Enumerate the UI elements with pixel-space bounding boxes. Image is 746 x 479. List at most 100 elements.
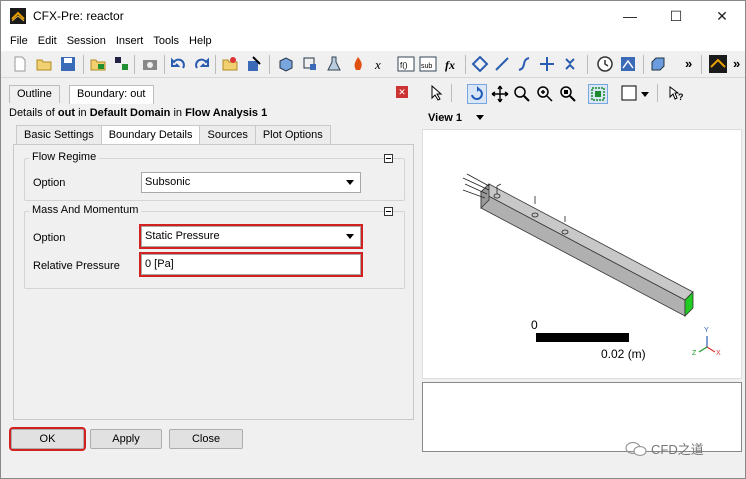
chevron-down-icon[interactable] bbox=[641, 92, 649, 97]
svg-text:?: ? bbox=[678, 92, 684, 102]
function-fx-icon[interactable]: fx bbox=[443, 55, 461, 73]
toolbar-separator bbox=[643, 55, 644, 74]
tab-sources[interactable]: Sources bbox=[199, 125, 256, 144]
window-title: CFX-Pre: reactor bbox=[33, 9, 124, 23]
menu-file[interactable]: File bbox=[5, 35, 33, 47]
close-button[interactable]: Close bbox=[169, 429, 243, 449]
details-in-2: in bbox=[170, 107, 186, 119]
select-pointer-icon[interactable] bbox=[429, 84, 447, 102]
user-function-icon[interactable]: f() bbox=[397, 55, 415, 73]
fit-view-icon[interactable] bbox=[588, 84, 608, 104]
menu-tools[interactable]: Tools bbox=[148, 35, 184, 47]
close-window-button[interactable]: ✕ bbox=[699, 5, 745, 27]
watermark-text: CFD之道 bbox=[651, 442, 704, 457]
details-panel: Outline Boundary: out ✕ Details of out i… bbox=[6, 82, 416, 456]
scale-value-label: 0.02 (m) bbox=[601, 347, 646, 361]
view-label: View 1 bbox=[428, 112, 463, 124]
box-region-icon[interactable] bbox=[649, 55, 667, 73]
mass-momentum-group: Mass And Momentum Option Static Pressure… bbox=[24, 204, 405, 289]
toolbar-separator bbox=[134, 55, 135, 74]
svg-text:x: x bbox=[374, 57, 381, 72]
expression-icon[interactable]: x bbox=[373, 55, 391, 73]
flow-regime-option-select[interactable]: Subsonic bbox=[141, 172, 361, 193]
collapse-flow-regime-icon[interactable] bbox=[384, 154, 393, 163]
zoom-icon[interactable] bbox=[513, 85, 531, 103]
collapse-mass-momentum-icon[interactable] bbox=[384, 207, 393, 216]
redo-icon[interactable] bbox=[193, 55, 211, 73]
toolbar-separator bbox=[164, 55, 165, 74]
axis-x-label: X bbox=[716, 350, 721, 357]
ansys-logo-icon bbox=[709, 55, 727, 73]
interface-icon[interactable] bbox=[561, 55, 579, 73]
details-object: out bbox=[57, 107, 76, 119]
boundary-icon[interactable] bbox=[301, 55, 319, 73]
rotate-icon[interactable] bbox=[467, 84, 487, 104]
ok-button[interactable]: OK bbox=[9, 427, 86, 451]
zoom-in-icon[interactable] bbox=[536, 85, 554, 103]
mass-momentum-option-value: Static Pressure bbox=[145, 230, 220, 242]
details-subtabs: Basic Settings Boundary Details Sources … bbox=[16, 125, 331, 144]
tab-plot-options[interactable]: Plot Options bbox=[254, 125, 331, 144]
material-flask-icon[interactable] bbox=[325, 55, 343, 73]
line-icon[interactable] bbox=[493, 55, 511, 73]
watermark: CFD之道 bbox=[625, 439, 704, 458]
open-results-icon[interactable] bbox=[221, 55, 239, 73]
curve-icon[interactable] bbox=[515, 55, 533, 73]
viewer-separator bbox=[657, 84, 658, 102]
pan-icon[interactable] bbox=[491, 85, 509, 103]
relative-pressure-input[interactable]: 0 [Pa] bbox=[139, 252, 363, 277]
mesh-adaption-icon[interactable] bbox=[471, 55, 489, 73]
menu-help[interactable]: Help bbox=[184, 35, 217, 47]
import-mesh-icon[interactable] bbox=[89, 55, 107, 73]
toolbar-overflow-icon-2[interactable]: » bbox=[733, 56, 740, 71]
toolbar-overflow-icon[interactable]: » bbox=[685, 56, 692, 71]
solver-control-icon[interactable] bbox=[619, 55, 637, 73]
scale-zero-label: 0 bbox=[531, 318, 538, 332]
point-icon[interactable] bbox=[538, 55, 556, 73]
new-file-icon[interactable] bbox=[11, 55, 29, 73]
axis-z-label: Z bbox=[692, 350, 697, 357]
mass-momentum-option-select[interactable]: Static Pressure bbox=[139, 224, 363, 249]
chevron-down-icon bbox=[346, 234, 354, 239]
viewer-panel: ? View 1 0 0.02 (m) Y X Z bbox=[421, 82, 746, 456]
menu-bar: File Edit Session Insert Tools Help bbox=[1, 31, 745, 51]
main-window: CFX-Pre: reactor — ☐ ✕ File Edit Session… bbox=[0, 0, 746, 479]
user-routine-icon[interactable]: sub bbox=[419, 55, 437, 73]
viewport-layout-icon[interactable] bbox=[621, 85, 637, 101]
tab-boundary-out[interactable]: Boundary: out bbox=[69, 85, 154, 104]
tab-outline[interactable]: Outline bbox=[9, 85, 60, 103]
flow-regime-title: Flow Regime bbox=[29, 151, 100, 163]
cfx-app-icon bbox=[10, 8, 26, 24]
boundary-details-content: Flow Regime Option Subsonic Mass And Mom… bbox=[13, 144, 414, 420]
flow-regime-option-value: Subsonic bbox=[145, 176, 191, 188]
help-cursor-icon[interactable]: ? bbox=[668, 86, 684, 102]
menu-insert[interactable]: Insert bbox=[111, 35, 149, 47]
axis-triad bbox=[698, 336, 716, 353]
menu-edit[interactable]: Edit bbox=[33, 35, 62, 47]
mesh-grid-icon[interactable] bbox=[113, 55, 131, 73]
viewer-separator bbox=[451, 84, 452, 102]
tab-basic-settings[interactable]: Basic Settings bbox=[16, 125, 102, 144]
details-analysis: Flow Analysis 1 bbox=[185, 107, 268, 119]
maximize-button[interactable]: ☐ bbox=[653, 5, 699, 27]
write-solver-icon[interactable] bbox=[245, 55, 263, 73]
3d-viewport[interactable]: 0 0.02 (m) Y X Z bbox=[422, 129, 742, 379]
save-icon[interactable] bbox=[59, 55, 77, 73]
scale-bar bbox=[536, 333, 629, 342]
view-selector[interactable]: View 1 bbox=[422, 108, 742, 128]
zoom-box-icon[interactable] bbox=[559, 85, 577, 103]
chevron-down-icon bbox=[346, 180, 354, 185]
clock-icon[interactable] bbox=[596, 55, 614, 73]
undo-icon[interactable] bbox=[169, 55, 187, 73]
apply-button[interactable]: Apply bbox=[90, 429, 162, 449]
close-tab-icon[interactable]: ✕ bbox=[396, 86, 408, 98]
domain-icon[interactable] bbox=[277, 55, 295, 73]
open-folder-icon[interactable] bbox=[35, 55, 53, 73]
tab-boundary-details[interactable]: Boundary Details bbox=[100, 125, 201, 144]
minimize-button[interactable]: — bbox=[607, 5, 653, 27]
reaction-flame-icon[interactable] bbox=[349, 55, 367, 73]
toolbar-separator bbox=[465, 55, 466, 74]
menu-session[interactable]: Session bbox=[62, 35, 111, 47]
svg-text:sub: sub bbox=[421, 63, 432, 70]
camera-icon[interactable] bbox=[141, 55, 159, 73]
